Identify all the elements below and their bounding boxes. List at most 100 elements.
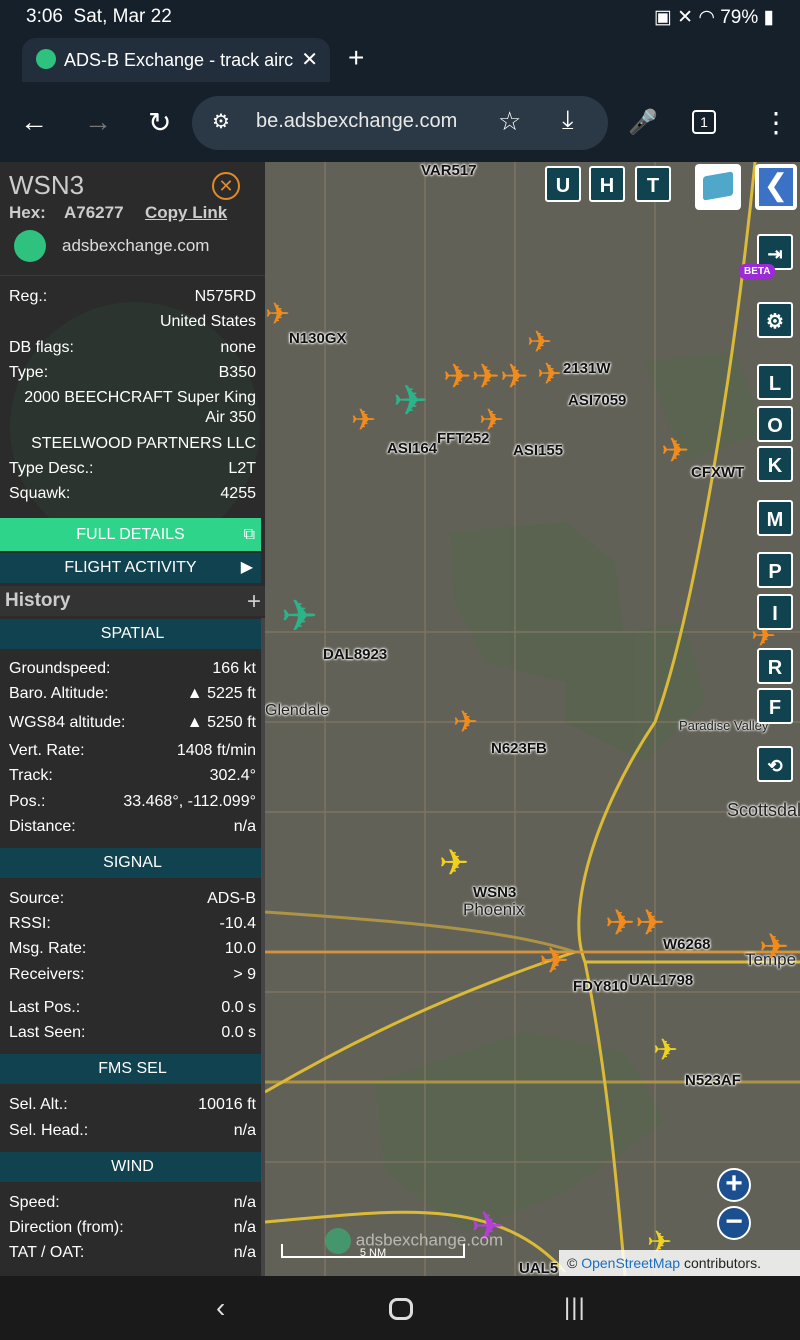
hex-value: A76277 xyxy=(64,203,124,222)
aircraft-label[interactable]: DAL8923 xyxy=(323,646,387,663)
layers-icon xyxy=(703,171,733,201)
button-p[interactable]: P xyxy=(757,552,793,588)
collapse-panel-button[interactable]: ❮ xyxy=(755,164,797,210)
selected-aircraft-icon[interactable]: ✈ xyxy=(439,845,469,881)
field-label: Squawk: xyxy=(9,485,71,502)
aircraft-icon[interactable]: ✈ xyxy=(539,943,569,979)
login-icon: ⇥ xyxy=(767,244,783,264)
field-value: N575RD xyxy=(194,288,256,305)
aircraft-label[interactable]: ASI7059 xyxy=(568,392,626,409)
field-value: Air 350 xyxy=(205,409,256,426)
field-label: Distance: xyxy=(9,818,76,835)
aircraft-label[interactable]: WSN3 xyxy=(473,884,516,901)
menu-icon[interactable]: ⋮ xyxy=(762,106,790,139)
forward-icon[interactable]: → xyxy=(84,106,112,138)
info-row: Sel. Alt.: 10016 ft xyxy=(9,1096,256,1118)
map-view[interactable]: Glendale Phoenix Scottsdal Tempe Paradis… xyxy=(265,162,800,1276)
bookmark-icon[interactable]: ☆ xyxy=(498,106,521,137)
chevron-left-icon: ❮ xyxy=(759,168,793,206)
aircraft-label[interactable]: UAL5 xyxy=(519,1260,558,1276)
field-value: n/a xyxy=(233,1122,256,1139)
button-h[interactable]: H xyxy=(589,166,625,202)
nav-back-icon[interactable]: ‹ xyxy=(216,1292,225,1324)
status-icons: ▣ ✕ ◠ 79% ▮ xyxy=(653,7,774,28)
helicopter-icon[interactable]: ✈ xyxy=(453,708,478,738)
aircraft-icon[interactable]: ✈ xyxy=(661,434,690,468)
aircraft-icon[interactable]: ✈ xyxy=(653,1036,678,1066)
aircraft-label[interactable]: FFT252 xyxy=(437,430,490,447)
omnibox[interactable]: ⚙ be.adsbexchange.com ☆ ⤓ xyxy=(192,96,608,150)
place-scottsdale: Scottsdal xyxy=(727,800,800,820)
recents-icon[interactable]: ||| xyxy=(564,1294,586,1322)
info-row: Reg.: N575RD xyxy=(9,288,256,310)
home-icon[interactable] xyxy=(389,1298,413,1320)
field-label: Reg.: xyxy=(9,288,48,305)
site-settings-icon[interactable]: ⚙ xyxy=(212,109,230,134)
aircraft-label[interactable]: FDY810 xyxy=(573,978,628,995)
aircraft-label[interactable]: N523AF xyxy=(685,1072,741,1089)
copy-link[interactable]: Copy Link xyxy=(145,203,227,223)
aircraft-label[interactable]: 2131W xyxy=(563,360,611,377)
button-l[interactable]: L xyxy=(757,364,793,400)
info-row: Groundspeed: 166 kt xyxy=(9,660,256,682)
aircraft-icon[interactable]: ✈ xyxy=(537,360,562,390)
new-tab-button[interactable]: + xyxy=(348,42,364,74)
flight-activity-button[interactable]: FLIGHT ACTIVITY ▶ xyxy=(0,553,261,583)
field-value: 0.0 s xyxy=(221,1024,256,1041)
aircraft-icon[interactable]: ✈ xyxy=(759,929,789,965)
button-r[interactable]: R xyxy=(757,648,793,684)
osm-link[interactable]: OpenStreetMap xyxy=(581,1255,680,1271)
close-tab-icon[interactable]: ✕ xyxy=(301,47,318,72)
button-o[interactable]: O xyxy=(757,406,793,442)
aircraft-icon[interactable]: ✈ xyxy=(527,328,552,358)
info-row: Sel. Head.: n/a xyxy=(9,1122,256,1144)
settings-button[interactable]: ⚙ xyxy=(757,302,793,338)
aircraft-label[interactable]: UAL1798 xyxy=(629,972,693,989)
download-icon[interactable]: ⤓ xyxy=(562,104,574,136)
microphone-icon[interactable]: 🎤 xyxy=(628,108,658,137)
tab-count[interactable]: 1 xyxy=(692,110,716,134)
button-t[interactable]: T xyxy=(635,166,671,202)
field-value: 4255 xyxy=(220,485,256,502)
reload-icon[interactable]: ↻ xyxy=(148,106,171,139)
button-k[interactable]: K xyxy=(757,446,793,482)
aircraft-label[interactable]: N623FB xyxy=(491,740,547,757)
button-f[interactable]: F xyxy=(757,688,793,724)
replay-icon: ⟲ xyxy=(767,756,783,776)
info-row: RSSI: -10.4 xyxy=(9,915,256,937)
browser-tab[interactable]: ADS-B Exchange - track aircra ✕ xyxy=(22,38,330,82)
expand-icon[interactable]: + xyxy=(247,588,261,616)
info-row: Vert. Rate: 1408 ft/min xyxy=(9,742,256,764)
info-row: Squawk: 4255 xyxy=(9,485,256,507)
scrollbar[interactable] xyxy=(261,618,265,1276)
back-icon[interactable]: ← xyxy=(20,106,48,138)
aircraft-label[interactable]: ASI155 xyxy=(513,442,563,459)
zoom-in-button[interactable]: + xyxy=(717,1168,751,1202)
aircraft-label[interactable]: VAR517 xyxy=(421,162,477,179)
button-i[interactable]: I xyxy=(757,594,793,630)
field-value: L2T xyxy=(228,460,256,477)
aircraft-icon[interactable]: ✈✈✈ xyxy=(443,360,528,394)
aircraft-icon[interactable]: ✈ xyxy=(265,300,290,330)
info-row: Baro. Altitude: ▲ 5225 ft xyxy=(9,685,256,707)
aircraft-icon[interactable]: ✈ xyxy=(393,380,428,422)
close-icon[interactable]: ✕ xyxy=(212,172,240,200)
replay-button[interactable]: ⟲ xyxy=(757,746,793,782)
aircraft-icon[interactable]: ✈ xyxy=(281,595,318,639)
button-m[interactable]: M xyxy=(757,500,793,536)
aircraft-label[interactable]: ASI164 xyxy=(387,440,437,457)
aircraft-icon[interactable]: ✈✈ xyxy=(605,905,665,941)
favicon-icon xyxy=(36,49,56,69)
aircraft-label[interactable]: N130GX xyxy=(289,330,347,347)
info-row: TAT / OAT: n/a xyxy=(9,1244,256,1266)
aircraft-label[interactable]: CFXWT xyxy=(691,464,744,481)
layers-button[interactable] xyxy=(695,164,741,210)
button-u[interactable]: U xyxy=(545,166,581,202)
aircraft-label[interactable]: W6268 xyxy=(663,936,711,953)
url-text[interactable]: be.adsbexchange.com xyxy=(256,110,457,133)
site-link[interactable]: adsbexchange.com xyxy=(62,236,209,256)
zoom-out-button[interactable]: − xyxy=(717,1206,751,1240)
full-details-button[interactable]: FULL DETAILS ⧉ xyxy=(0,518,261,551)
aircraft-icon[interactable]: ✈ xyxy=(351,406,376,436)
history-header[interactable]: History + xyxy=(0,586,265,616)
